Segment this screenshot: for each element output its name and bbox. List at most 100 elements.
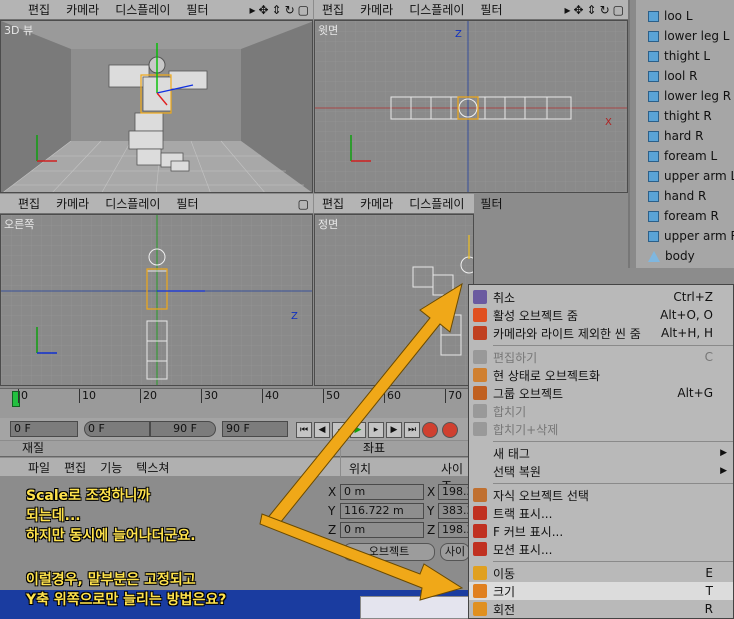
next-key-icon[interactable]: ▶: [386, 422, 402, 438]
material-menu-item[interactable]: 기능: [100, 459, 122, 476]
more-arrow-icon[interactable]: ▸: [249, 3, 255, 17]
rotate-view-icon[interactable]: ↻: [285, 3, 295, 17]
pyramid-icon: [648, 250, 660, 262]
object-row[interactable]: lower leg L: [630, 26, 734, 46]
object-row[interactable]: foream L: [630, 146, 734, 166]
menu-edit[interactable]: 편집: [314, 195, 352, 212]
menu-display[interactable]: 디스플레이: [97, 195, 168, 212]
move-view-icon[interactable]: ✥: [258, 3, 268, 17]
object-row[interactable]: upper arm L: [630, 166, 734, 186]
menu-camera[interactable]: 카메라: [352, 195, 401, 212]
front-viewport[interactable]: 정면: [314, 214, 474, 386]
timeline[interactable]: 0 10 20 30 40 50 60 70: [0, 388, 510, 418]
menu-edit[interactable]: 편집: [0, 1, 58, 18]
menu-item-label: 합치기: [493, 404, 527, 419]
top-viewport[interactable]: 윗면 Z X: [314, 20, 628, 193]
coord-size-field[interactable]: 198.3: [438, 484, 474, 500]
context-menu-item: 합치기: [469, 402, 733, 420]
timeline-tick: 50: [323, 389, 340, 403]
axis-gizmo: [350, 135, 371, 162]
menu-edit[interactable]: 편집: [314, 1, 352, 18]
context-menu-item[interactable]: 트랙 표시...: [469, 504, 733, 522]
menu-filter[interactable]: 필터: [472, 195, 510, 212]
context-menu-item[interactable]: 그룹 오브젝트 Alt+G: [469, 384, 733, 402]
material-menu-item[interactable]: 텍스쳐: [136, 459, 169, 476]
object-row[interactable]: thight L: [630, 46, 734, 66]
object-row[interactable]: thight R: [630, 106, 734, 126]
timeline-tick: 30: [201, 389, 218, 403]
move-view-icon[interactable]: ✥: [573, 3, 583, 17]
context-menu-item[interactable]: 새 태그 ▶: [469, 444, 733, 462]
coord-size-field[interactable]: 198.3: [438, 522, 474, 538]
cube-icon: [648, 30, 659, 42]
current-frame-field[interactable]: 0 F: [10, 421, 78, 437]
connect-icon: [473, 404, 487, 418]
object-row[interactable]: body: [630, 246, 734, 266]
next-frame-icon[interactable]: ▸: [368, 422, 384, 438]
context-menu-item[interactable]: 자식 오브젝트 선택: [469, 486, 733, 504]
material-menu-item[interactable]: 편집: [64, 459, 86, 476]
menu-edit[interactable]: 편집: [0, 195, 48, 212]
coord-position-field[interactable]: 116.722 m: [340, 503, 424, 519]
menu-item-label: 편집하기: [493, 350, 538, 365]
menu-display[interactable]: 디스플레이: [107, 1, 178, 18]
menu-camera[interactable]: 카메라: [58, 1, 107, 18]
object-row[interactable]: hand R: [630, 186, 734, 206]
object-mode-dropdown[interactable]: 오브젝트: [343, 543, 435, 561]
autokey-icon[interactable]: [442, 422, 458, 438]
maximize-icon[interactable]: ▢: [298, 197, 309, 211]
context-menu-item[interactable]: 크기 T: [469, 582, 733, 600]
object-row[interactable]: lower leg R: [630, 86, 734, 106]
coord-position-field[interactable]: 0 m: [340, 522, 424, 538]
object-row[interactable]: hard R: [630, 126, 734, 146]
object-label: upper arm R: [664, 229, 734, 243]
context-menu-item[interactable]: F 커브 표시...: [469, 522, 733, 540]
play-icon[interactable]: ▶: [350, 422, 366, 438]
perspective-viewport[interactable]: 3D 뷰: [0, 20, 313, 193]
zoom-view-icon[interactable]: ⇕: [272, 3, 282, 17]
scale-icon: [473, 584, 487, 598]
menu-display[interactable]: 디스플레이: [401, 195, 472, 212]
right-viewport[interactable]: 오른쪽 Z: [0, 214, 313, 386]
context-menu-item[interactable]: 카메라와 라이트 제외한 씬 줌 Alt+H, H: [469, 324, 733, 342]
blank-icon: [473, 464, 487, 478]
prev-key-icon[interactable]: ◀: [314, 422, 330, 438]
context-menu-item[interactable]: 모션 표시...: [469, 540, 733, 558]
more-arrow-icon[interactable]: ▸: [564, 3, 570, 17]
end-frame-field[interactable]: 90 F: [222, 421, 288, 437]
coord-size-field[interactable]: 383.3: [438, 503, 474, 519]
maximize-icon[interactable]: ▢: [613, 3, 624, 17]
context-menu-item[interactable]: 현 상태로 오브젝트화: [469, 366, 733, 384]
coord-position-field[interactable]: 0 m: [340, 484, 424, 500]
maximize-icon[interactable]: ▢: [298, 3, 309, 17]
object-row[interactable]: loo L: [630, 6, 734, 26]
prev-frame-icon[interactable]: ◂: [332, 422, 348, 438]
menu-filter[interactable]: 필터: [168, 195, 206, 212]
annotation-line: Y축 위쪽으로만 늘리는 방법은요?: [26, 592, 227, 608]
context-menu-item[interactable]: 활성 오브젝트 줌 Alt+O, O: [469, 306, 733, 324]
range-end-field[interactable]: 90 F: [150, 421, 216, 437]
current-state-icon: [473, 368, 487, 382]
goto-end-icon[interactable]: ⏭: [404, 422, 420, 438]
menu-filter[interactable]: 필터: [472, 1, 510, 18]
range-start-field[interactable]: 0 F: [84, 421, 150, 437]
menu-filter[interactable]: 필터: [178, 1, 216, 18]
menu-camera[interactable]: 카메라: [352, 1, 401, 18]
context-menu-item[interactable]: 회전 R: [469, 600, 733, 618]
cube-icon: [648, 70, 659, 82]
material-menu-item[interactable]: 파일: [28, 459, 50, 476]
record-icon[interactable]: [422, 422, 438, 438]
zoom-view-icon[interactable]: ⇕: [587, 3, 597, 17]
context-menu-item[interactable]: 이동 E: [469, 564, 733, 582]
menu-display[interactable]: 디스플레이: [401, 1, 472, 18]
object-row[interactable]: lool R: [630, 66, 734, 86]
object-row[interactable]: upper arm R: [630, 226, 734, 246]
context-menu-item[interactable]: 선택 복원 ▶: [469, 462, 733, 480]
goto-start-icon[interactable]: ⏮: [296, 422, 312, 438]
rotate-view-icon[interactable]: ↻: [600, 3, 610, 17]
object-row[interactable]: foream R: [630, 206, 734, 226]
menu-item-label: 합치기+삭제: [493, 422, 559, 437]
context-menu-item[interactable]: 취소 Ctrl+Z: [469, 288, 733, 306]
menu-camera[interactable]: 카메라: [48, 195, 97, 212]
size-mode-dropdown[interactable]: 사이: [440, 543, 470, 561]
